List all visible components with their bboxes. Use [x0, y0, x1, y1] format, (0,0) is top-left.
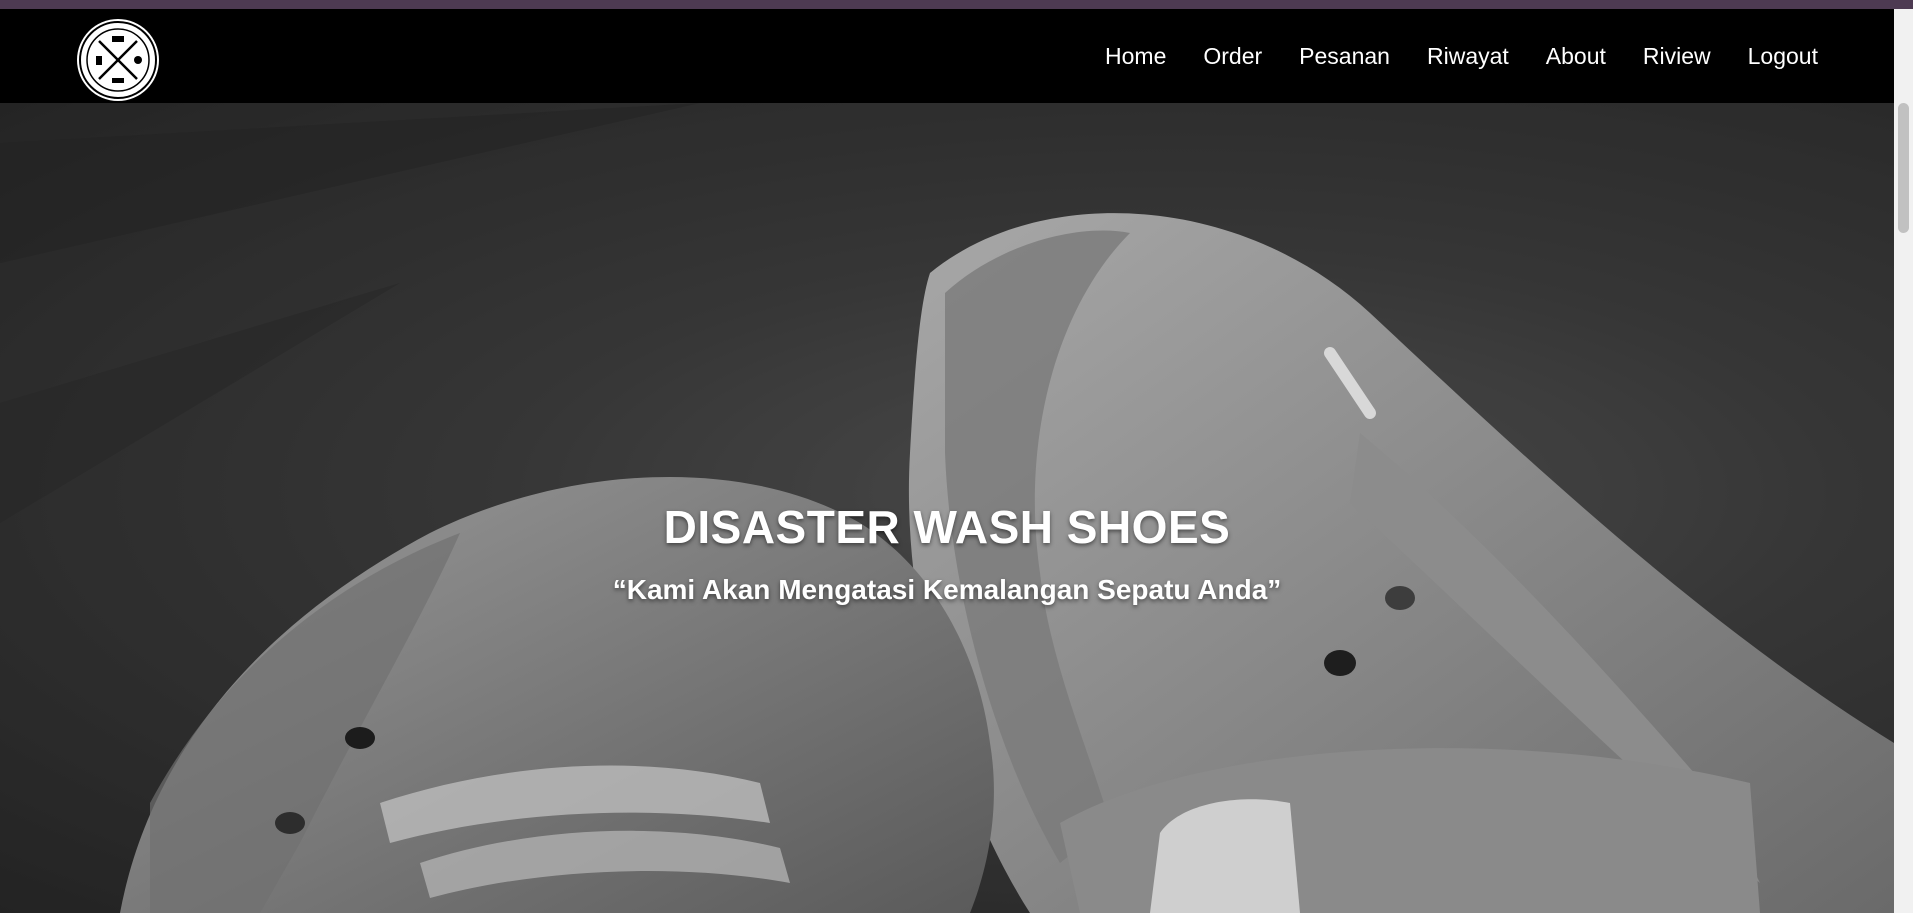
nav-link-order[interactable]: Order	[1203, 43, 1262, 70]
hero-tagline: “Kami Akan Mengatasi Kemalangan Sepatu A…	[612, 574, 1282, 605]
nav-link-home[interactable]: Home	[1105, 43, 1166, 70]
nav-link-riwayat[interactable]: Riwayat	[1427, 43, 1509, 70]
nav-link-logout[interactable]: Logout	[1748, 43, 1818, 70]
nav-link-about[interactable]: About	[1546, 43, 1606, 70]
window-top-strip	[0, 0, 1913, 9]
brand-emblem-icon	[79, 21, 157, 99]
scrollbar-thumb[interactable]	[1898, 103, 1909, 233]
brand-logo[interactable]	[77, 19, 159, 101]
nav-link-riview[interactable]: Riview	[1643, 43, 1711, 70]
page-scrollbar[interactable]	[1894, 9, 1913, 913]
hero-title: DISASTER WASH SHOES	[663, 501, 1231, 553]
nav-link-pesanan[interactable]: Pesanan	[1299, 43, 1390, 70]
navbar: Home Order Pesanan Riwayat About Riview …	[0, 9, 1894, 103]
hero-section: DISASTER WASH SHOES “Kami Akan Mengatasi…	[0, 103, 1894, 913]
nav-links: Home Order Pesanan Riwayat About Riview …	[1068, 9, 1818, 103]
